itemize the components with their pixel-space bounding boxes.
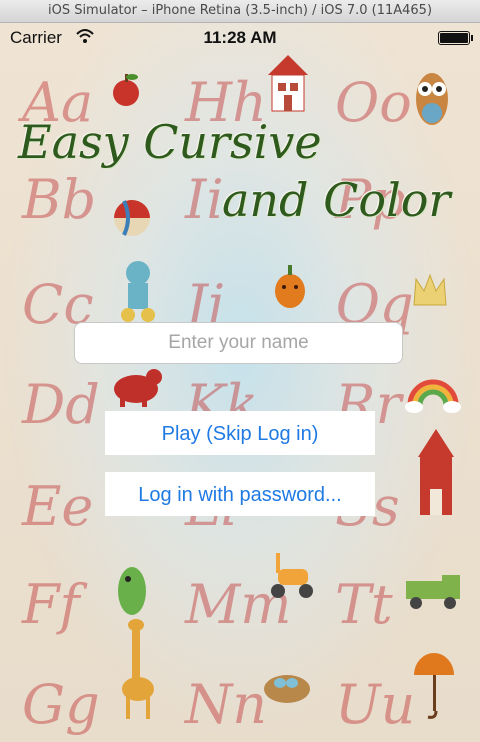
status-bar: Carrier 11:28 AM (0, 23, 480, 55)
truck-icon (406, 575, 460, 609)
apple-icon (113, 74, 139, 106)
bg-letter: Tt (335, 573, 393, 636)
app-title-line1: Easy Cursive (18, 115, 322, 169)
crown-icon (413, 273, 447, 306)
house-icon (268, 55, 308, 112)
bg-letter: Uu (335, 673, 416, 736)
bg-letter: Gg (22, 673, 100, 736)
schoolhouse-icon (418, 429, 454, 515)
bg-letter: Ff (22, 573, 80, 636)
bg-letter: Ee (22, 475, 94, 538)
ball-icon (114, 200, 150, 236)
giraffe-icon (122, 619, 154, 719)
battery-icon (438, 31, 473, 45)
status-time: 11:28 AM (203, 28, 277, 47)
owl-icon (416, 73, 448, 125)
pumpkin-icon (275, 265, 305, 308)
bg-letter: Oo (335, 71, 412, 134)
bg-letter: Bb (22, 168, 97, 231)
bg-letter: Ii (185, 168, 224, 231)
window-title: iOS Simulator – iPhone Retina (3.5-inch)… (47, 3, 433, 18)
dog-icon (114, 369, 162, 407)
rainbow-icon (405, 379, 461, 413)
login-password-button[interactable]: Log in with password... (105, 472, 375, 516)
nest-icon (264, 675, 310, 703)
app-screen: Aa Hh Oo Bb Ii Pp Cc Jj Qq Dd Kk Rr Ee L… (0, 23, 480, 742)
name-input[interactable] (74, 322, 403, 364)
app-title-line2: and Color (222, 173, 451, 227)
simulator-title-bar: iOS Simulator – iPhone Retina (3.5-inch)… (0, 0, 480, 23)
play-skip-login-button[interactable]: Play (Skip Log in) (105, 411, 375, 455)
toy-cat-icon (121, 261, 155, 322)
scooter-icon (271, 553, 313, 598)
bg-letter: Dd (22, 373, 100, 436)
umbrella-icon (414, 653, 454, 719)
bg-letter: Nn (185, 673, 268, 736)
